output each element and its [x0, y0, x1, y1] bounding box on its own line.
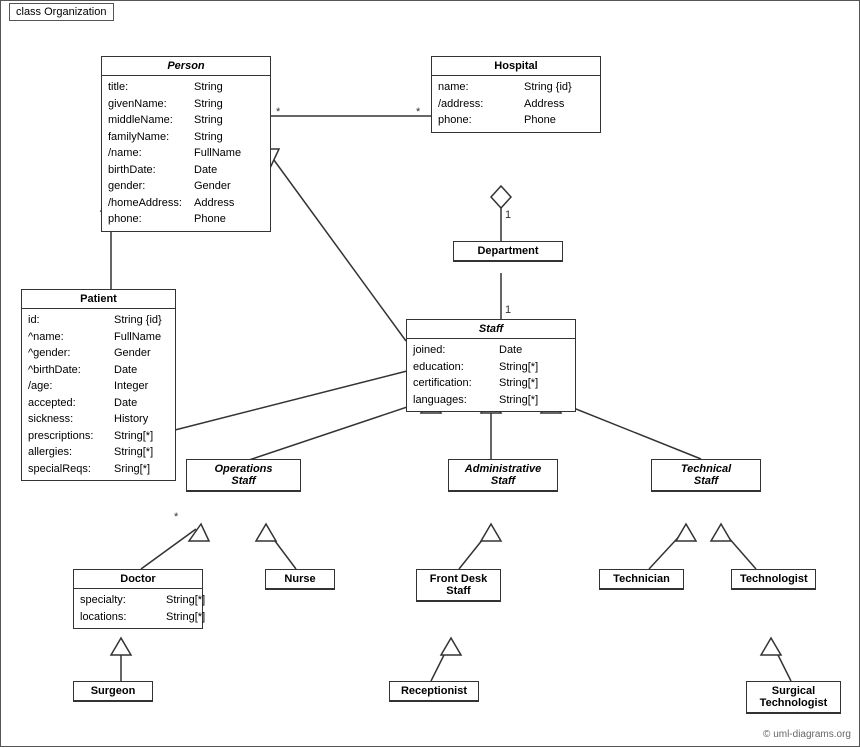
class-surgeon-header: Surgeon	[74, 682, 152, 701]
class-operations-staff: OperationsStaff	[186, 459, 301, 492]
class-receptionist-header: Receptionist	[390, 682, 478, 701]
class-department: Department	[453, 241, 563, 262]
class-person: Person title:String givenName:String mid…	[101, 56, 271, 232]
class-surgeon: Surgeon	[73, 681, 153, 702]
class-surgical-technologist-header: SurgicalTechnologist	[747, 682, 840, 713]
mult-person-hospital-right: *	[416, 106, 420, 118]
class-front-desk-staff-header: Front DeskStaff	[417, 570, 500, 601]
class-hospital: Hospital name:String {id} /address:Addre…	[431, 56, 601, 133]
mult-person-hospital-left: *	[276, 106, 280, 118]
class-administrative-staff: AdministrativeStaff	[448, 459, 558, 492]
class-technologist: Technologist	[731, 569, 816, 590]
class-hospital-body: name:String {id} /address:Address phone:…	[432, 76, 600, 132]
class-surgical-technologist: SurgicalTechnologist	[746, 681, 841, 714]
class-person-body: title:String givenName:String middleName…	[102, 76, 270, 231]
class-doctor-header: Doctor	[74, 570, 202, 589]
class-staff-header: Staff	[407, 320, 575, 339]
mult-dept-staff-1: 1	[505, 304, 511, 316]
class-nurse: Nurse	[265, 569, 335, 590]
class-person-header: Person	[102, 57, 270, 76]
class-technologist-header: Technologist	[732, 570, 815, 589]
mult-hospital-dept-1: 1	[505, 209, 511, 221]
class-hospital-header: Hospital	[432, 57, 600, 76]
class-doctor: Doctor specialty:String[*] locations:Str…	[73, 569, 203, 629]
diagram-title: class Organization	[9, 3, 114, 21]
class-staff: Staff joined:Date education:String[*] ce…	[406, 319, 576, 412]
class-technical-staff-header: TechnicalStaff	[652, 460, 760, 491]
class-administrative-staff-header: AdministrativeStaff	[449, 460, 557, 491]
class-patient: Patient id:String {id} ^name:FullName ^g…	[21, 289, 176, 481]
class-staff-body: joined:Date education:String[*] certific…	[407, 339, 575, 411]
class-technical-staff: TechnicalStaff	[651, 459, 761, 492]
class-patient-header: Patient	[22, 290, 175, 309]
mult-ops-star: *	[174, 511, 178, 523]
diagram: class Organization	[0, 0, 860, 747]
copyright: © uml-diagrams.org	[763, 729, 851, 740]
class-patient-body: id:String {id} ^name:FullName ^gender:Ge…	[22, 309, 175, 480]
class-technician: Technician	[599, 569, 684, 590]
class-operations-staff-header: OperationsStaff	[187, 460, 300, 491]
class-nurse-header: Nurse	[266, 570, 334, 589]
class-department-header: Department	[454, 242, 562, 261]
class-receptionist: Receptionist	[389, 681, 479, 702]
class-technician-header: Technician	[600, 570, 683, 589]
class-front-desk-staff: Front DeskStaff	[416, 569, 501, 602]
class-doctor-body: specialty:String[*] locations:String[*]	[74, 589, 202, 628]
